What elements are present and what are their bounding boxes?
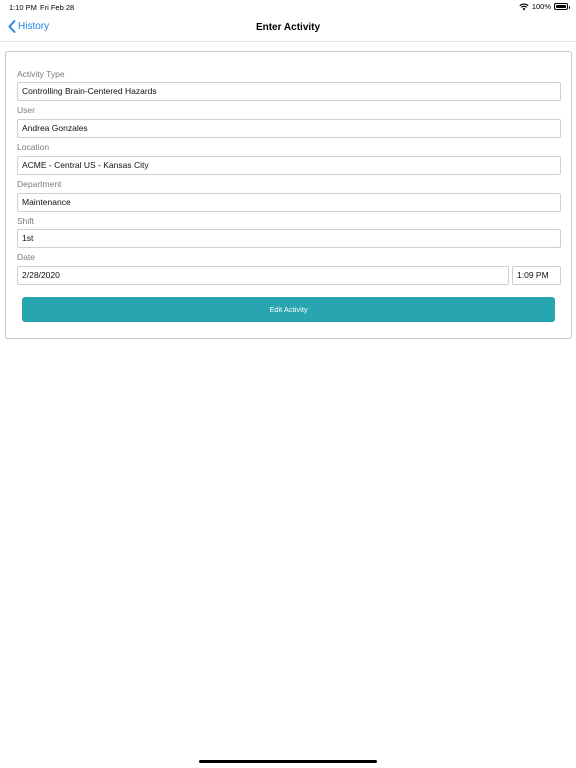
home-indicator xyxy=(199,760,377,763)
wifi-icon xyxy=(519,3,529,10)
location-label: Location xyxy=(17,142,50,152)
activity-type-label: Activity Type xyxy=(17,69,65,79)
edit-activity-button[interactable]: Edit Activity xyxy=(22,297,555,322)
department-field[interactable]: Maintenance xyxy=(17,193,561,212)
nav-bar: History Enter Activity xyxy=(0,14,576,42)
activity-type-field[interactable]: Controlling Brain-Centered Hazards xyxy=(17,82,561,101)
user-label: User xyxy=(17,105,35,115)
battery-percent: 100% xyxy=(531,2,551,11)
time-field[interactable]: 1:09 PM xyxy=(512,266,561,285)
status-bar: 1:10 PM Fri Feb 28 100% xyxy=(0,0,576,14)
status-time: 1:10 PM xyxy=(9,3,37,12)
date-field[interactable]: 2/28/2020 xyxy=(17,266,509,285)
shift-field[interactable]: 1st xyxy=(17,229,561,248)
page-title: Enter Activity xyxy=(255,22,321,33)
location-field[interactable]: ACME - Central US - Kansas City xyxy=(17,156,561,175)
status-right: 100% xyxy=(519,2,570,11)
shift-label: Shift xyxy=(17,216,35,226)
user-field[interactable]: Andrea Gonzales xyxy=(17,119,561,138)
activity-form-card: Activity Type Controlling Brain-Centered… xyxy=(5,51,572,339)
status-date: Fri Feb 28 xyxy=(40,3,75,12)
department-label: Department xyxy=(17,179,62,189)
date-label: Date xyxy=(17,252,35,262)
battery-icon xyxy=(554,3,570,10)
